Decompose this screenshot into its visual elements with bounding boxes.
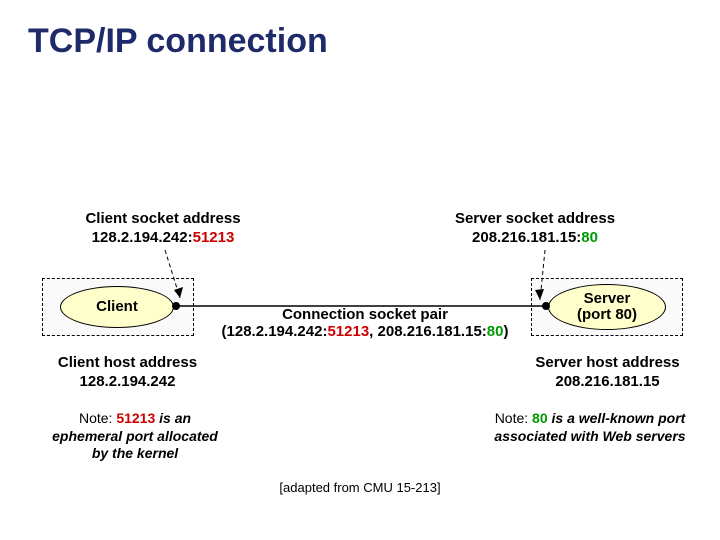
server-host-label: Server host address 208.216.181.15 — [510, 354, 705, 392]
server-note: Note: 80 is a well-known port associated… — [470, 410, 710, 445]
client-host-heading: Client host address — [58, 354, 197, 371]
server-node: Server (port 80) — [548, 284, 666, 330]
server-socket-label: Server socket address 208.216.181.15:80 — [430, 210, 640, 248]
page-title: TCP/IP connection — [28, 22, 328, 61]
conn-pair-server-port: 80 — [487, 323, 504, 340]
server-note-port: 80 — [532, 410, 548, 426]
server-socket-ip: 208.216.181.15 — [472, 229, 576, 246]
server-socket-port: 80 — [581, 229, 598, 246]
client-socket-heading: Client socket address — [85, 210, 240, 227]
attribution: [adapted from CMU 15-213] — [260, 480, 460, 495]
client-note: Note: 51213 is an ephemeral port allocat… — [30, 410, 240, 463]
conn-pair-client-port: 51213 — [327, 323, 369, 340]
client-note-c: ephemeral port allocated — [52, 428, 218, 444]
client-node-label: Client — [96, 299, 138, 316]
server-socket-heading: Server socket address — [455, 210, 615, 227]
server-host-ip: 208.216.181.15 — [555, 373, 659, 390]
conn-pair-heading: Connection socket pair — [282, 306, 448, 323]
server-note-c: associated with Web servers — [494, 428, 685, 444]
client-note-port: 51213 — [116, 410, 155, 426]
conn-pair-client-ip: 128.2.194.242 — [227, 323, 323, 340]
client-note-a: Note: — [79, 410, 116, 426]
server-host-heading: Server host address — [535, 354, 679, 371]
client-socket-label: Client socket address 128.2.194.242:5121… — [58, 210, 268, 248]
client-socket-ip: 128.2.194.242 — [92, 229, 188, 246]
client-host-label: Client host address 128.2.194.242 — [40, 354, 215, 392]
conn-pair-close: ) — [503, 323, 508, 340]
conn-pair-sep: , — [369, 323, 377, 340]
conn-pair-server-ip: 208.216.181.15 — [378, 323, 482, 340]
client-socket-port: 51213 — [193, 229, 235, 246]
server-node-label-1: Server — [584, 290, 631, 307]
server-node-label-2: (port 80) — [577, 306, 637, 323]
client-node: Client — [60, 286, 174, 328]
client-note-d: by the kernel — [92, 445, 178, 461]
server-note-b: is a well-known port — [548, 410, 686, 426]
server-note-a: Note: — [495, 410, 532, 426]
connection-pair-label: Connection socket pair (128.2.194.242:51… — [200, 306, 530, 340]
client-host-ip: 128.2.194.242 — [80, 373, 176, 390]
client-note-b: is an — [155, 410, 191, 426]
